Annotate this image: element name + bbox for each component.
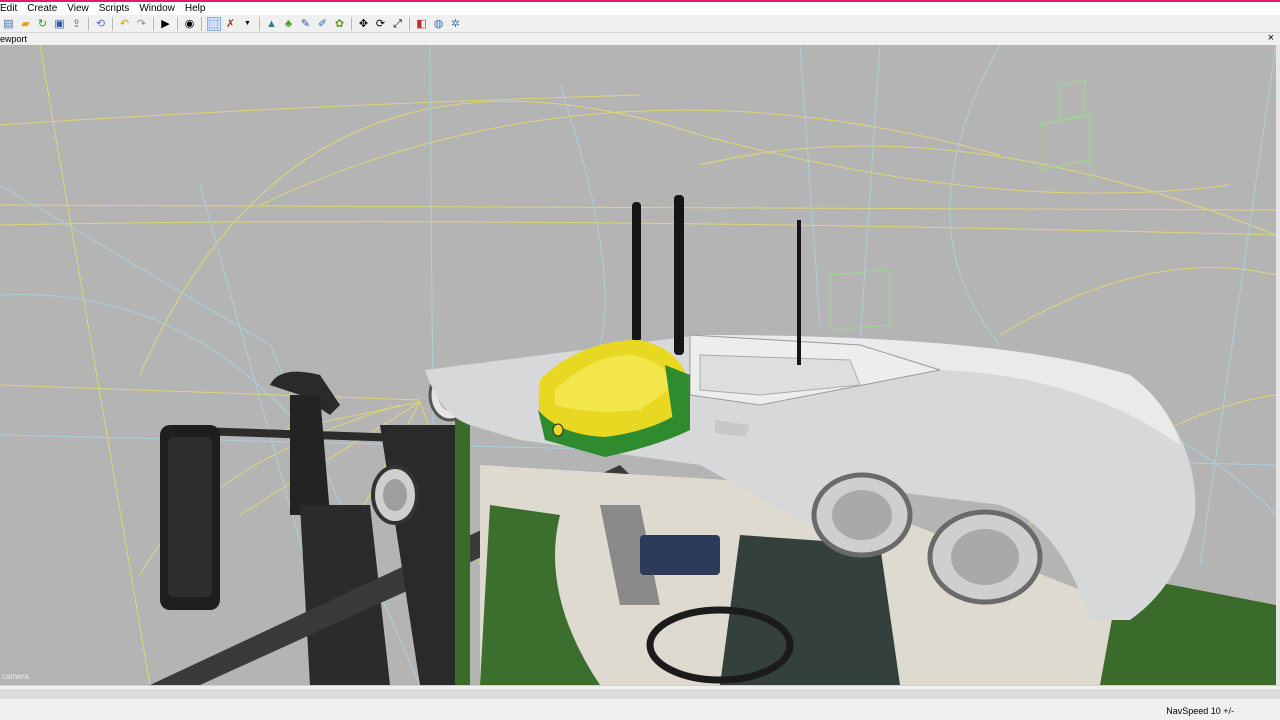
toolbar-separator — [201, 16, 202, 31]
viewport-right-edge — [1276, 45, 1280, 685]
horizontal-scrollbar[interactable] — [0, 685, 1280, 704]
toolbar-separator — [351, 16, 352, 31]
menu-help[interactable]: Help — [180, 2, 211, 15]
reload-icon[interactable]: ↻ — [36, 17, 50, 31]
scene-render — [0, 45, 1276, 685]
menu-create[interactable]: Create — [22, 2, 62, 15]
toolbar: ▤ ▰ ↻ ▣ ⇪ ⟲ ↶ ↷ ▶ ◉ ⬚ ✗ ▼ ▲ ♣ ✎ ✐ ✿ ✥ ⟳ … — [0, 15, 1280, 33]
viewport-camera-label: camera — [2, 672, 29, 681]
redo-icon[interactable]: ↷ — [135, 17, 149, 31]
toolbar-separator — [153, 16, 154, 31]
paint-brush-icon[interactable]: ✎ — [299, 17, 313, 31]
globe-icon[interactable]: ◍ — [432, 17, 446, 31]
dropdown-icon[interactable]: ▼ — [241, 17, 255, 31]
close-icon[interactable]: × — [1268, 32, 1274, 44]
toolbar-separator — [259, 16, 260, 31]
menu-view[interactable]: View — [62, 2, 94, 15]
refresh-icon[interactable]: ⟲ — [94, 17, 108, 31]
paint-icon[interactable]: ✗ — [224, 17, 238, 31]
foliage-icon[interactable]: ♣ — [282, 17, 296, 31]
menu-bar: Edit Create View Scripts Window Help — [0, 2, 1280, 15]
menu-scripts[interactable]: Scripts — [94, 2, 135, 15]
settings-icon[interactable]: ✲ — [449, 17, 463, 31]
viewport-title: ewport — [0, 34, 28, 44]
scale-icon[interactable]: ⤢ — [391, 17, 405, 31]
menu-window[interactable]: Window — [134, 2, 180, 15]
menu-edit[interactable]: Edit — [0, 2, 22, 15]
brush-icon[interactable]: ✐ — [316, 17, 330, 31]
toolbar-separator — [88, 16, 89, 31]
toolbar-separator — [112, 16, 113, 31]
terrain-icon[interactable]: ▲ — [265, 17, 279, 31]
status-bar: NavSpeed 10 +/- — [0, 703, 1280, 720]
cube-icon[interactable]: ◧ — [415, 17, 429, 31]
viewport-titlebar: ewport × — [0, 32, 1280, 45]
nav-speed-indicator: NavSpeed 10 +/- — [1166, 706, 1234, 716]
select-icon[interactable]: ⬚ — [206, 16, 221, 31]
move-icon[interactable]: ✥ — [357, 17, 371, 31]
decoration-icon[interactable]: ✿ — [333, 17, 347, 31]
open-file-icon[interactable]: ▰ — [19, 17, 33, 31]
scrollbar-thumb[interactable] — [0, 689, 1280, 699]
undo-icon[interactable]: ↶ — [118, 17, 132, 31]
eye-icon[interactable]: ◉ — [183, 17, 197, 31]
export-icon[interactable]: ⇪ — [70, 17, 84, 31]
save-icon[interactable]: ▣ — [53, 17, 67, 31]
play-icon[interactable]: ▶ — [159, 17, 173, 31]
new-file-icon[interactable]: ▤ — [2, 17, 16, 31]
toolbar-separator — [177, 16, 178, 31]
rotate-icon[interactable]: ⟳ — [374, 17, 388, 31]
viewport-3d[interactable]: camera — [0, 45, 1276, 685]
toolbar-separator — [409, 16, 410, 31]
